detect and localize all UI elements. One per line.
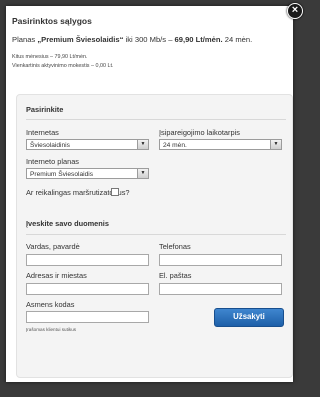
router-checkbox[interactable] <box>111 188 119 196</box>
plan-price: 69,90 Lt/mėn. <box>174 35 223 44</box>
plan-select[interactable]: Premium Šviesolaidis ▼ <box>26 168 149 179</box>
internet-select[interactable]: Šviesolaidinis ▼ <box>26 139 149 150</box>
monthly-fee: Kitus mėnesius – 79,90 Lt/mėn. <box>12 54 88 60</box>
email-label: El. paštas <box>159 271 192 280</box>
order-modal: Pasirinktos sąlygos Planas „Premium Švie… <box>6 6 293 382</box>
chevron-down-icon: ▼ <box>137 140 148 149</box>
plan-label: Interneto planas <box>26 157 80 166</box>
divider <box>26 119 286 120</box>
plan-name: „Premium Šviesolaidis“ <box>37 35 124 44</box>
personal-code-label: Asmens kodas <box>26 300 75 309</box>
modal-title: Pasirinktos sąlygos <box>12 16 92 26</box>
commitment-label: Įsipareigojimo laikotarpis <box>159 128 240 137</box>
internet-label: Internetas <box>26 128 59 137</box>
name-label: Vardas, pavardė <box>26 242 80 251</box>
divider <box>26 234 286 235</box>
submit-button[interactable]: Užsakyti <box>214 308 284 327</box>
details-section-title: Įveskite savo duomenis <box>26 219 109 228</box>
personal-code-input[interactable] <box>26 311 149 323</box>
personal-code-hint: Įrašomas klientui sutikus <box>26 327 77 332</box>
choose-section-title: Pasirinkite <box>26 105 64 114</box>
order-form-panel: Pasirinkite Internetas Šviesolaidinis ▼ … <box>16 94 293 378</box>
email-input[interactable] <box>159 283 282 295</box>
plan-summary: Planas „Premium Šviesolaidis“ iki 300 Mb… <box>12 35 253 44</box>
name-input[interactable] <box>26 254 149 266</box>
commitment-select[interactable]: 24 mėn. ▼ <box>159 139 282 150</box>
address-input[interactable] <box>26 283 149 295</box>
phone-input[interactable] <box>159 254 282 266</box>
address-label: Adresas ir miestas <box>26 271 87 280</box>
phone-label: Telefonas <box>159 242 191 251</box>
chevron-down-icon: ▼ <box>270 140 281 149</box>
activation-fee: Vienkartinis aktyvinimo mokestis – 0,00 … <box>12 63 114 69</box>
chevron-down-icon: ▼ <box>137 169 148 178</box>
close-icon[interactable]: × <box>287 3 303 19</box>
